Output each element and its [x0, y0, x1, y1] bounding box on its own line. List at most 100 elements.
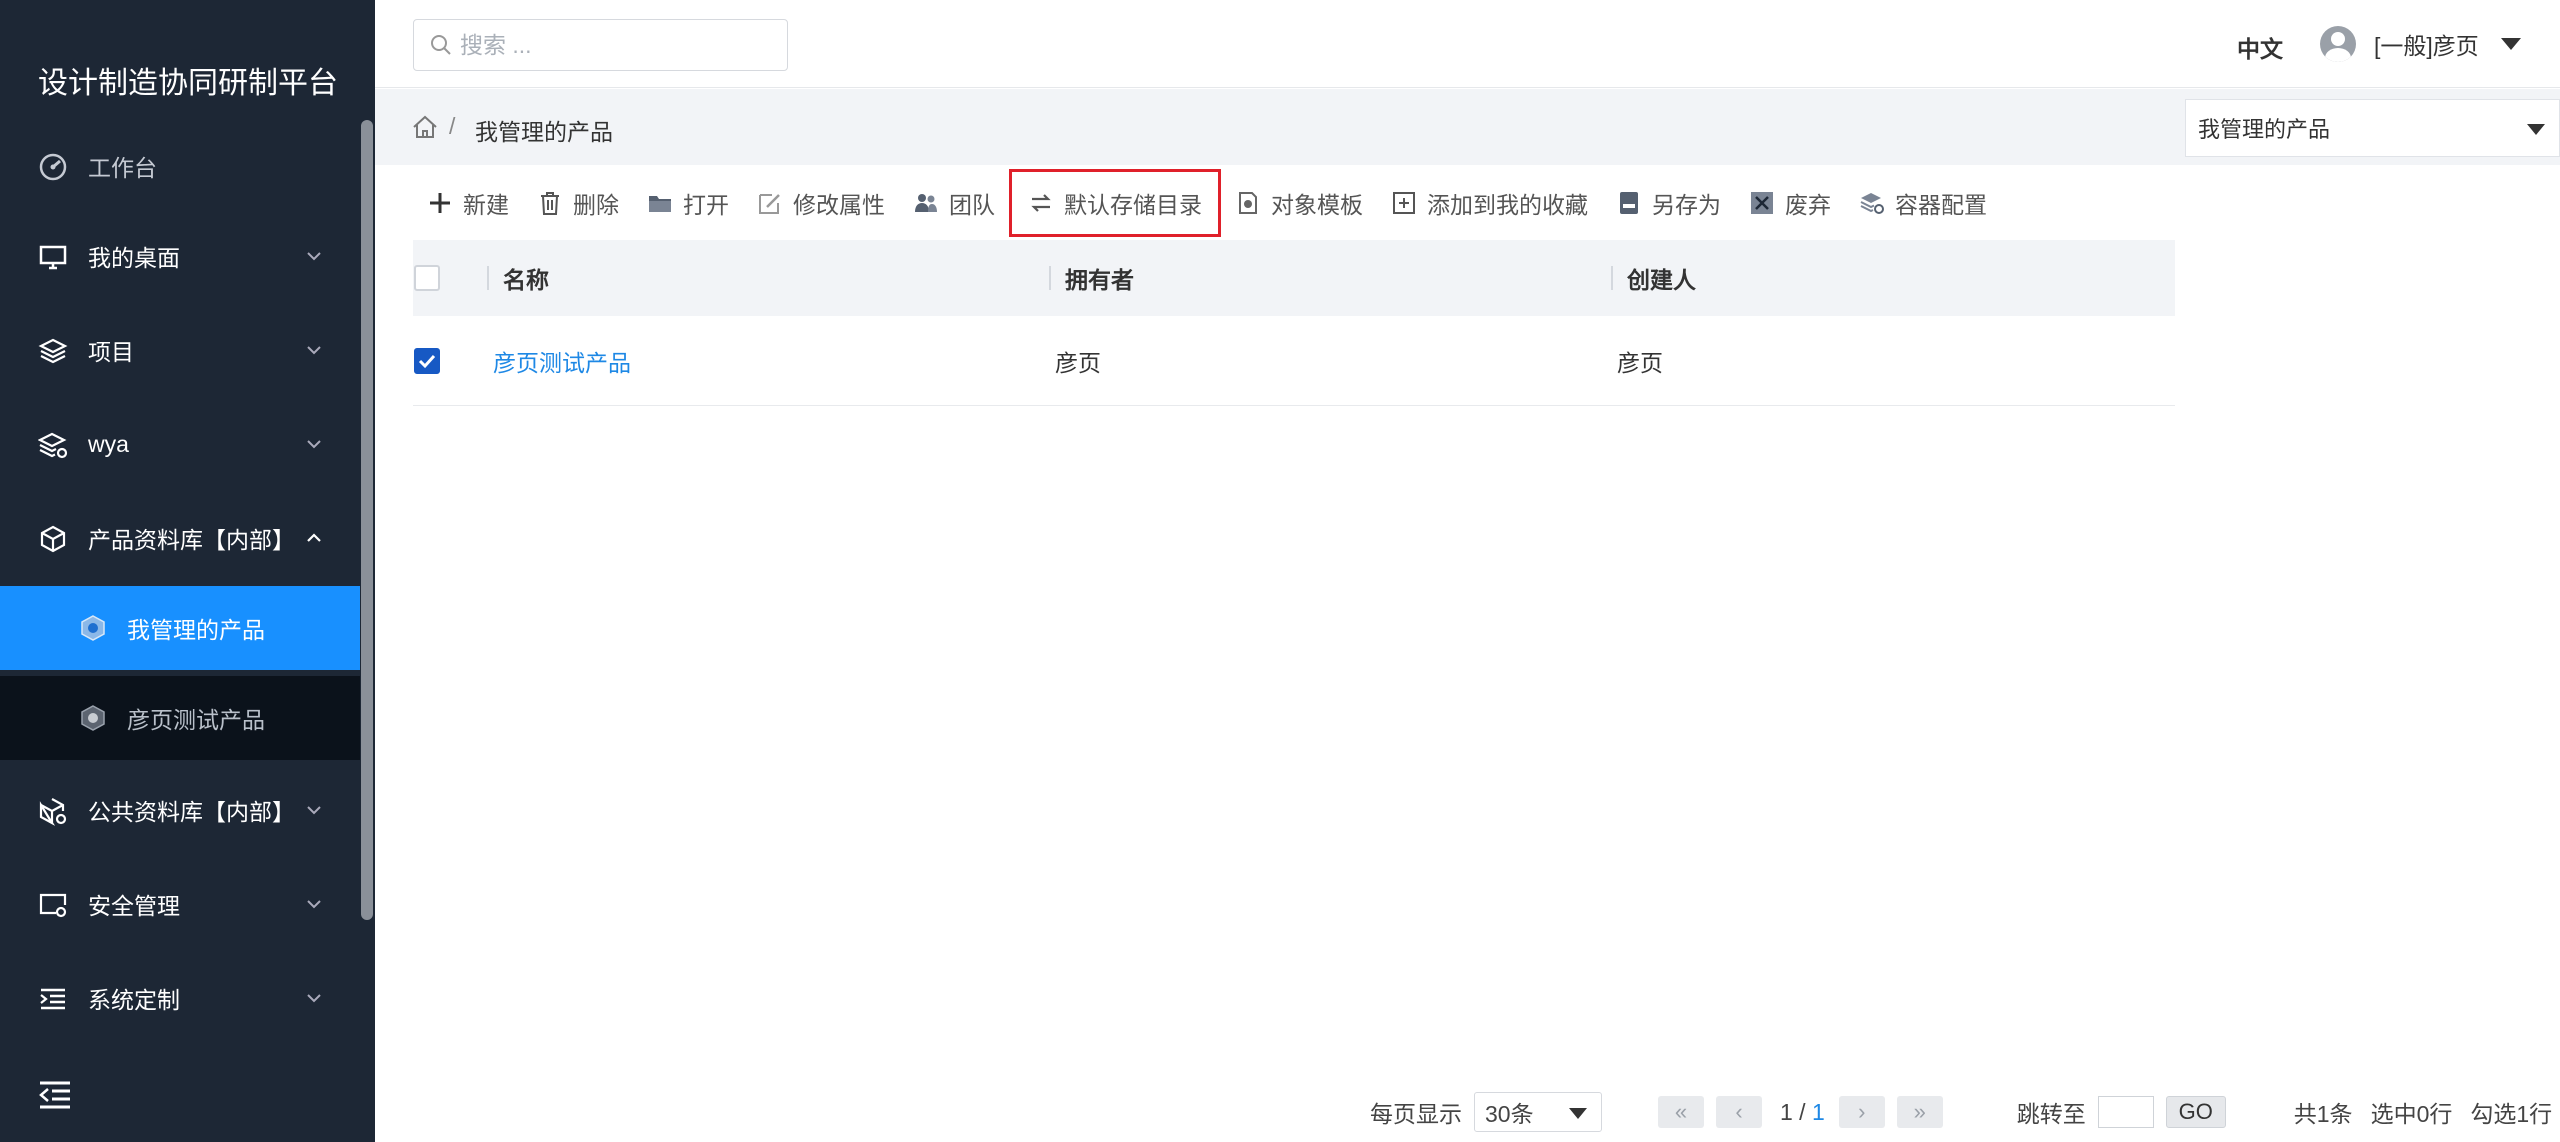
caret-down-icon	[2500, 38, 2521, 50]
select-all-checkbox[interactable]	[414, 265, 440, 291]
row-checkbox[interactable]	[414, 348, 440, 374]
sidebar-item-public-library[interactable]: 公共资料库【内部】	[0, 768, 360, 852]
plus-icon	[430, 193, 450, 213]
edit-properties-button[interactable]: 修改属性	[743, 169, 899, 237]
column-header-name[interactable]: 名称	[487, 240, 549, 316]
chevron-down-icon	[307, 440, 321, 449]
user-menu[interactable]: [一般]彦页	[2320, 26, 2521, 62]
sidebar-item-product-library[interactable]: 产品资料库【内部】	[0, 496, 360, 580]
sidebar-scrollbar[interactable]	[361, 120, 373, 920]
team-button[interactable]: 团队	[899, 169, 1009, 237]
breadcrumb-separator: /	[449, 113, 456, 139]
sidebar-item-my-desktop[interactable]: 我的桌面	[0, 214, 360, 298]
avatar	[2320, 26, 2356, 62]
products-table: 名称 拥有者 创建人 彦页测试产品 彦页 彦页	[413, 240, 2175, 406]
per-page-label: 每页显示	[1370, 1101, 1462, 1127]
context-select-value: 我管理的产品	[2198, 117, 2331, 142]
sidebar-item-customization[interactable]: 系统定制	[0, 956, 360, 1040]
sidebar-item-label: 工作台	[88, 155, 157, 181]
team-icon	[915, 194, 937, 212]
row-creator: 彦页	[1617, 350, 1663, 376]
save-as-label: 另存为	[1652, 192, 1721, 218]
chevron-down-icon	[307, 252, 321, 261]
chevron-left-icon: ‹	[1735, 1099, 1743, 1124]
page-indicator: 1 / 1	[1780, 1099, 1825, 1126]
row-name-link[interactable]: 彦页测试产品	[493, 316, 631, 406]
chevron-down-icon	[307, 900, 321, 909]
close-box-icon	[1751, 192, 1773, 214]
last-page-button[interactable]: »	[1896, 1096, 1943, 1128]
team-button-label: 团队	[949, 192, 995, 218]
sidebar-subitem-test-product[interactable]: 彦页测试产品	[0, 676, 360, 760]
sidebar-subitem-my-managed-products[interactable]: 我管理的产品	[0, 586, 360, 670]
sidebar: 设计制造协同研制平台 工作台 我的桌面 项目 wya 产品资料库【内部】 我管理…	[0, 0, 375, 1142]
home-icon[interactable]	[411, 113, 439, 141]
column-header-label: 创建人	[1627, 267, 1696, 293]
page-total: 1	[1811, 1098, 1825, 1125]
column-header-label: 名称	[503, 267, 549, 293]
delete-button[interactable]: 删除	[523, 169, 633, 237]
go-button[interactable]: GO	[2165, 1096, 2226, 1128]
trash-icon	[541, 192, 559, 215]
product-icon	[81, 705, 105, 731]
monitor-icon	[39, 245, 67, 270]
search-icon	[431, 35, 451, 55]
new-button[interactable]: 新建	[413, 169, 523, 237]
jump-page-input[interactable]	[2097, 1096, 2154, 1128]
app-title: 设计制造协同研制平台	[38, 67, 338, 100]
cube-gear-icon	[39, 798, 67, 826]
sidebar-item-label: 彦页测试产品	[127, 707, 265, 733]
row-owner: 彦页	[1055, 350, 1101, 376]
save-as-button[interactable]: 另存为	[1602, 169, 1735, 237]
sidebar-item-security[interactable]: 安全管理	[0, 862, 360, 946]
object-template-button[interactable]: 对象模板	[1221, 169, 1377, 237]
first-page-button[interactable]: «	[1658, 1096, 1704, 1128]
language-switch[interactable]: 中文	[2237, 30, 2283, 64]
dashboard-icon	[39, 153, 67, 181]
chevron-right-icon: ›	[1858, 1099, 1866, 1124]
open-button-label: 打开	[683, 192, 729, 218]
sidebar-item-wya[interactable]: wya	[0, 402, 360, 486]
column-header-creator[interactable]: 创建人	[1611, 240, 1696, 316]
template-icon	[1239, 192, 1257, 214]
column-header-label: 拥有者	[1065, 267, 1134, 293]
user-name: [一般]彦页	[2374, 33, 2479, 59]
sidebar-item-projects[interactable]: 项目	[0, 308, 360, 392]
sidebar-item-label: 项目	[88, 339, 134, 365]
sidebar-item-label: 系统定制	[88, 987, 180, 1013]
menu-collapse-icon[interactable]	[38, 1080, 72, 1110]
search-box[interactable]	[413, 19, 788, 71]
caret-down-icon	[2527, 124, 2545, 135]
chevron-down-icon	[307, 806, 321, 815]
add-to-favorites-label: 添加到我的收藏	[1427, 192, 1588, 218]
default-storage-directory-button[interactable]: 默认存储目录	[1009, 169, 1221, 237]
container-config-button[interactable]: 容器配置	[1845, 169, 2001, 237]
open-button[interactable]: 打开	[633, 169, 743, 237]
per-page-select[interactable]: 30条	[1474, 1092, 1602, 1132]
double-chevron-left-icon: «	[1674, 1099, 1688, 1124]
search-input[interactable]	[460, 31, 780, 59]
sidebar-item-label: 公共资料库【内部】	[88, 799, 295, 825]
discard-button[interactable]: 废弃	[1735, 169, 1845, 237]
context-select[interactable]: 我管理的产品	[2185, 99, 2560, 157]
page-separator: /	[1792, 1098, 1812, 1125]
breadcrumb-current: 我管理的产品	[475, 119, 613, 145]
total-count: 共1条	[2293, 1101, 2353, 1127]
add-to-favorites-button[interactable]: 添加到我的收藏	[1377, 169, 1602, 237]
delete-button-label: 删除	[573, 192, 619, 218]
prev-page-button[interactable]: ‹	[1716, 1096, 1762, 1128]
add-box-icon	[1393, 192, 1415, 214]
column-header-owner[interactable]: 拥有者	[1049, 240, 1134, 316]
sidebar-item-workbench[interactable]: 工作台	[0, 124, 360, 208]
per-page-value: 30条	[1485, 1101, 1534, 1127]
table-row[interactable]: 彦页测试产品 彦页 彦页	[413, 316, 2175, 406]
chevron-down-icon	[307, 994, 321, 1003]
edit-icon	[759, 194, 780, 214]
stack-gear-icon	[1860, 193, 1884, 214]
next-page-button[interactable]: ›	[1838, 1096, 1885, 1128]
edit-properties-label: 修改属性	[793, 192, 885, 218]
top-bar: 中文 [一般]彦页	[375, 0, 2560, 88]
list-indent-icon	[40, 988, 65, 1010]
page-current: 1	[1780, 1098, 1793, 1125]
sidebar-item-label: 我的桌面	[88, 245, 180, 271]
